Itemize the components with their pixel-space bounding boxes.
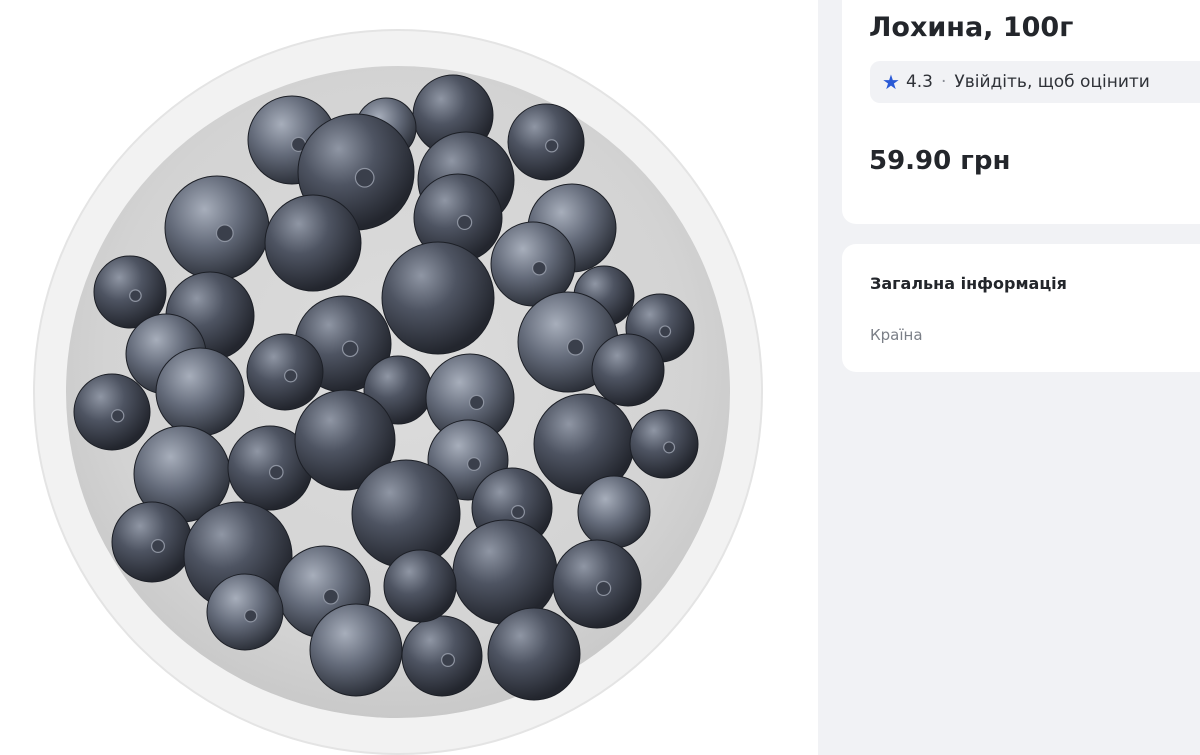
blueberry — [552, 539, 642, 629]
blueberry-crown — [659, 325, 672, 338]
blueberry-crown — [129, 289, 142, 302]
blueberry-crown — [151, 538, 166, 553]
general-info-card: Загальна інформація Країна — [842, 244, 1200, 372]
blueberry-crown — [531, 260, 547, 276]
blueberry-crown — [663, 441, 676, 454]
rating-button[interactable]: ★ 4.3 · Увійдіть, щоб оцінити — [870, 61, 1200, 103]
blueberry-crown — [566, 338, 585, 356]
blueberry-crown — [595, 580, 612, 597]
rating-separator: · — [940, 72, 947, 92]
product-image[interactable] — [0, 0, 818, 755]
blueberry-crown — [268, 464, 284, 480]
blueberry-crown — [467, 457, 482, 472]
blueberry — [351, 459, 461, 569]
blueberry-crown — [322, 588, 339, 605]
rating-login-link[interactable]: Увійдіть, щоб оцінити — [954, 72, 1149, 92]
blueberry — [629, 409, 699, 479]
product-title: Лохина, 100г — [869, 12, 1074, 43]
rating-value: 4.3 — [905, 72, 933, 92]
blueberry-crown — [456, 214, 473, 231]
blueberry — [577, 475, 651, 549]
blueberry — [206, 573, 284, 651]
blueberry-crown — [468, 394, 485, 411]
blueberry-crown — [111, 409, 125, 423]
product-price: 59.90 грн — [869, 146, 1011, 176]
product-image-area — [0, 0, 818, 755]
price-card: Лохина, 100г ★ 4.3 · Увійдіть, щоб оціни… — [842, 0, 1200, 224]
blueberry — [155, 347, 245, 437]
product-side-panel: Лохина, 100г ★ 4.3 · Увійдіть, щоб оціни… — [818, 0, 1200, 755]
general-info-heading[interactable]: Загальна інформація — [870, 274, 1067, 293]
blueberry-crown — [284, 369, 298, 383]
blueberry — [381, 241, 495, 355]
blueberry — [309, 603, 403, 697]
blueberry-crown — [511, 505, 526, 520]
blueberry — [164, 175, 270, 281]
blueberry — [246, 333, 324, 411]
blueberry-crown — [341, 340, 359, 358]
blueberry — [487, 607, 581, 701]
blueberry — [264, 194, 362, 292]
blueberry-crown — [441, 652, 456, 667]
blueberry — [507, 103, 585, 181]
blueberry-crown — [215, 224, 234, 243]
country-label: Країна — [870, 326, 923, 344]
blueberry — [591, 333, 665, 407]
blueberry — [383, 549, 457, 623]
blueberry-crown — [354, 167, 375, 188]
blueberry-crown — [244, 609, 258, 623]
star-icon: ★ — [882, 70, 900, 94]
blueberry — [111, 501, 193, 583]
blueberry — [401, 615, 483, 697]
blueberry-crown — [545, 139, 559, 153]
blueberry — [73, 373, 151, 451]
